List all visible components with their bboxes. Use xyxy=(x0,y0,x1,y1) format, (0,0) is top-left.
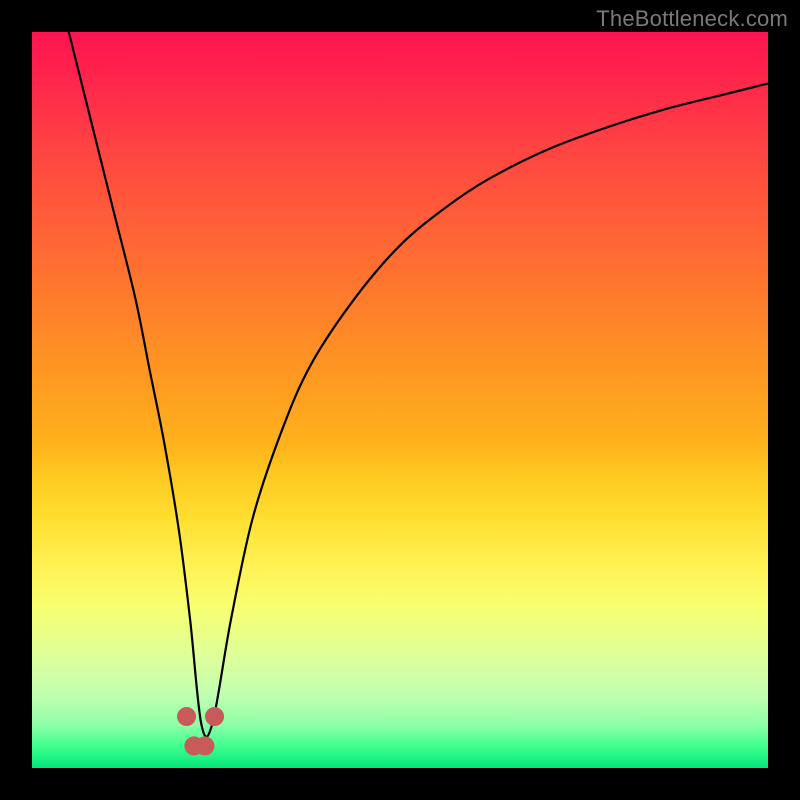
curve-svg xyxy=(32,32,768,768)
plot-area xyxy=(32,32,768,768)
min-marker xyxy=(196,737,214,755)
bottleneck-curve xyxy=(69,32,768,737)
watermark-text: TheBottleneck.com xyxy=(596,6,788,32)
min-marker xyxy=(206,707,224,725)
chart-frame: TheBottleneck.com xyxy=(0,0,800,800)
min-marker xyxy=(178,707,196,725)
